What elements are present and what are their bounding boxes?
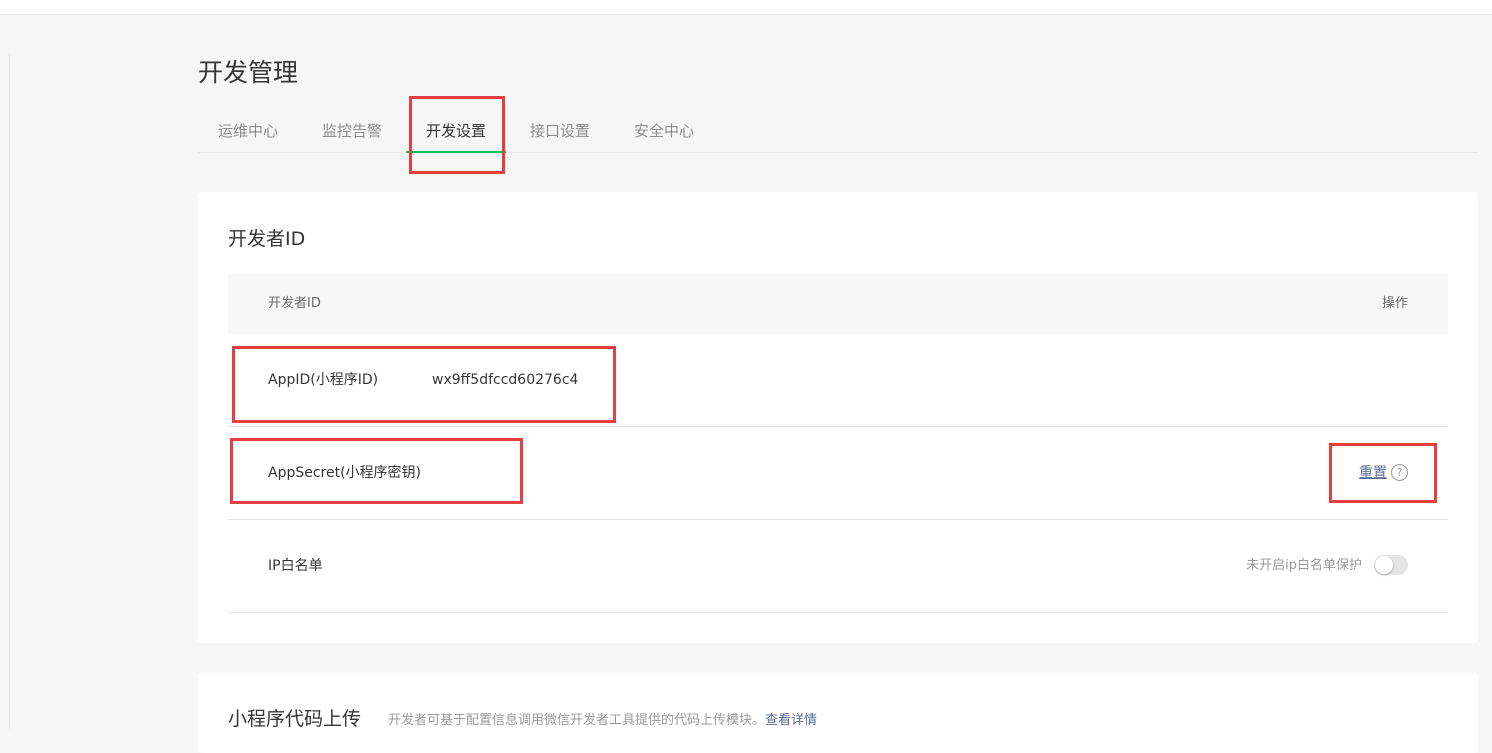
developer-id-card: 开发者ID 开发者ID 操作 AppID(小程序ID) wx9ff5dfccd6… [198,192,1478,643]
table-row-ip-whitelist: IP白名单 未开启ip白名单保护 [228,520,1448,613]
header-action: 操作 [1381,296,1408,311]
code-upload-description: 开发者可基于配置信息调用微信开发者工具提供的代码上传模块。查看详情 [388,712,817,730]
reset-secret-link[interactable]: 重置 [1359,465,1387,481]
toggle-knob [1375,556,1393,574]
tab-security-center[interactable]: 安全中心 [634,112,694,152]
header-developer-id: 开发者ID [268,296,321,311]
table-row-appsecret: AppSecret(小程序密钥) 重置? [228,427,1448,520]
top-bar [0,0,1492,15]
page-title: 开发管理 [198,58,299,87]
view-details-link[interactable]: 查看详情 [765,713,817,728]
tab-bar: 运维中心 监控告警 开发设置 接口设置 安全中心 [198,112,1478,153]
code-upload-desc-text: 开发者可基于配置信息调用微信开发者工具提供的代码上传模块。 [388,713,766,728]
ip-whitelist-status: 未开启ip白名单保护 [1246,558,1362,573]
ip-whitelist-label: IP白名单 [268,558,323,574]
appid-value: wx9ff5dfccd60276c4 [432,372,579,388]
developer-id-title: 开发者ID [228,228,306,250]
table-row-appid: AppID(小程序ID) wx9ff5dfccd60276c4 [228,334,1448,427]
ip-whitelist-toggle[interactable] [1374,555,1408,575]
code-upload-title: 小程序代码上传 [228,708,362,730]
tab-dev-settings[interactable]: 开发设置 [405,112,507,153]
tab-monitoring-alerts[interactable]: 监控告警 [322,112,382,152]
appsecret-actions: 重置? [1359,427,1408,519]
help-icon[interactable]: ? [1391,463,1408,481]
appid-label: AppID(小程序ID) [268,372,379,388]
table-header: 开发者ID 操作 [228,274,1448,334]
sidebar-divider [9,54,10,729]
code-upload-card: 小程序代码上传 开发者可基于配置信息调用微信开发者工具提供的代码上传模块。查看详… [198,673,1478,753]
tab-api-settings[interactable]: 接口设置 [530,112,590,152]
appsecret-label: AppSecret(小程序密钥) [268,465,422,481]
tab-ops-center[interactable]: 运维中心 [218,112,278,152]
